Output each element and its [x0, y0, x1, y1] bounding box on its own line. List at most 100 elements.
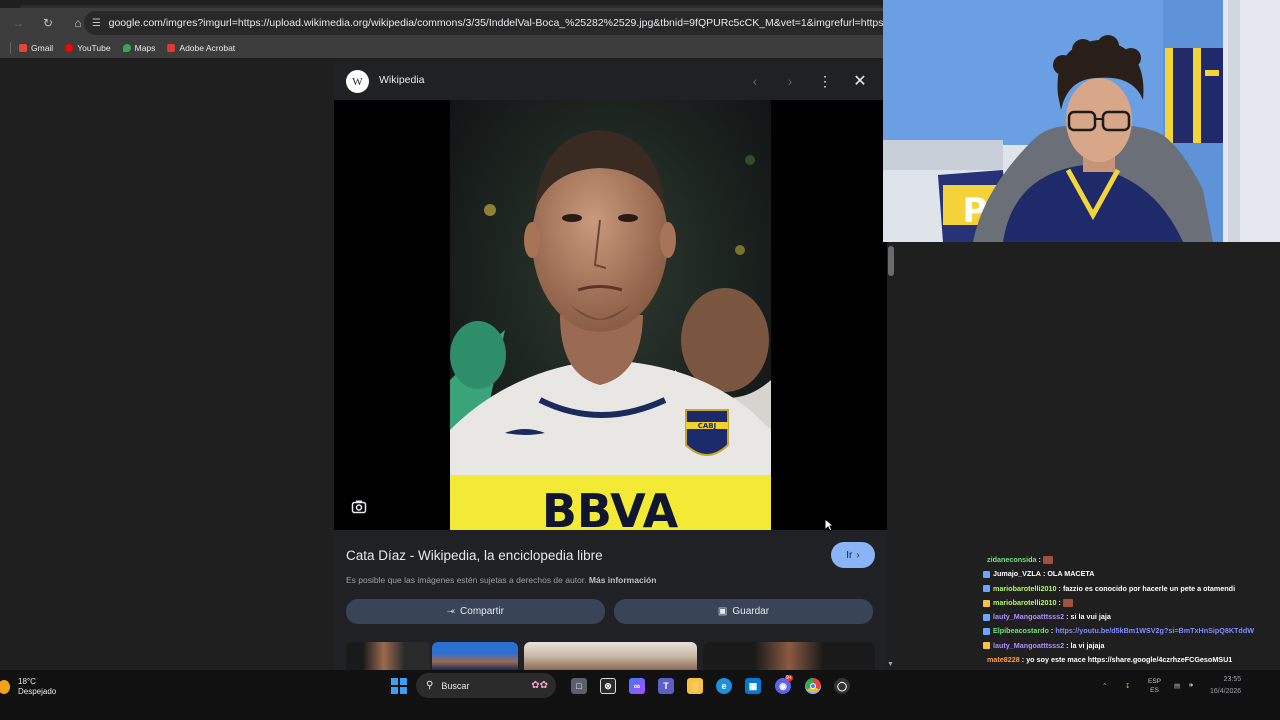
source-name[interactable]: Wikipedia [379, 74, 425, 86]
bookmark-gmail[interactable]: Gmail [19, 43, 53, 53]
related-image-3[interactable] [524, 642, 697, 670]
search-icon: ⚲ [426, 680, 434, 691]
youtube-icon [65, 44, 74, 52]
viewer-header: W Wikipedia ‹ › ⋮ ✕ [334, 62, 887, 100]
acrobat-icon [167, 44, 176, 52]
wikipedia-logo-icon[interactable]: W [346, 70, 369, 93]
related-image-2[interactable] [432, 642, 518, 670]
discord-notification-badge: 9+ [785, 675, 793, 681]
share-button[interactable]: ⤛ Compartir [346, 599, 605, 624]
related-image-1[interactable] [346, 642, 430, 670]
chat-message: mariobarotelli2010: [983, 596, 1280, 610]
chat-separator: : [1066, 612, 1069, 622]
monitor-icon[interactable]: ▤ [1174, 682, 1180, 690]
chat-text: fazzio es conocido por hacerle un pete a… [1062, 583, 1236, 593]
chat-emote-icon [1042, 556, 1053, 565]
more-info-link[interactable]: Más información [589, 575, 657, 585]
chat-separator: : [1050, 626, 1054, 636]
page-scrollbar[interactable]: ▼ [886, 242, 896, 670]
chat-message: mate8228: yo soy este mace https://share.… [983, 653, 1280, 667]
chat-separator: : [1038, 555, 1041, 564]
weather-condition: Despejado [18, 687, 57, 696]
chat-username[interactable]: mariobarotelli2010 [993, 582, 1057, 596]
bookmark-youtube[interactable]: YouTube [65, 43, 111, 53]
chat-message: lauty_Mangoatttsss2: la vi jajaja [983, 639, 1280, 653]
file-explorer-icon[interactable]: ░ [687, 678, 703, 694]
url-text: google.com/imgres?imgurl=https://upload.… [108, 17, 883, 29]
chat-text: la vi jajaja [1070, 640, 1105, 650]
chat-username[interactable]: zidaneconsida [987, 553, 1037, 567]
crest-text: CABJ [698, 422, 717, 430]
clock-date: 16/4/2026 [1210, 688, 1242, 695]
image-preview-area: BBVA CABJ [334, 100, 887, 530]
previous-icon[interactable]: ‹ [745, 71, 765, 91]
shirt-sponsor-text: BBVA [542, 484, 679, 530]
webcam-feed: P [883, 0, 1280, 242]
chat-username[interactable]: Jumajo_VZLA [993, 567, 1041, 581]
chat-message: Jumajo_VZLA: OLA MACETA [983, 567, 1280, 581]
windows-start-icon[interactable] [391, 678, 407, 694]
visit-button[interactable]: Ir › [831, 542, 875, 568]
chat-badge-icon [983, 642, 990, 650]
chevron-right-icon: › [856, 549, 860, 561]
save-button[interactable]: ▣ Guardar [614, 599, 873, 624]
chat-username[interactable]: lauty_Mangoatttsss2 [993, 639, 1064, 653]
sun-icon [0, 680, 10, 694]
related-image-4[interactable] [703, 642, 875, 670]
task-view-icon[interactable]: □ [571, 678, 587, 694]
address-bar[interactable]: ☰ google.com/imgres?imgurl=https://uploa… [84, 11, 883, 35]
chat-message: lauty_Mangoatttsss2: si la vui jaja [983, 610, 1280, 624]
copilot-icon[interactable]: ∞ [629, 678, 645, 694]
chat-text: OLA MACETA [1047, 569, 1095, 579]
chat-separator: : [1042, 569, 1046, 579]
next-icon[interactable]: › [780, 71, 800, 91]
chat-username[interactable]: mariobarotelli2010 [993, 596, 1057, 610]
player-photo-illustration: BBVA CABJ [450, 100, 771, 530]
weather-widget[interactable]: 18°C Despejado [0, 677, 57, 697]
bookmark-adobe-acrobat[interactable]: Adobe Acrobat [167, 43, 235, 53]
edge-icon[interactable]: e [716, 678, 732, 694]
obs-icon[interactable]: ◯ [834, 678, 850, 694]
bookmarks-bar: Gmail YouTube Maps Adobe Acrobat [0, 38, 883, 58]
close-icon[interactable]: ✕ [850, 71, 870, 91]
forward-icon[interactable]: → [6, 11, 30, 35]
chat-separator: : [1066, 640, 1069, 650]
scrollbar-thumb[interactable] [888, 246, 894, 276]
webcam-illustration: P [883, 0, 1280, 242]
language-indicator[interactable]: ESP ES [1148, 677, 1161, 695]
image-viewer-panel: W Wikipedia ‹ › ⋮ ✕ BBVA CABJ Cata Díaz … [334, 62, 887, 670]
chat-username[interactable]: Elpibeacostardo [993, 624, 1049, 638]
weather-temperature: 18°C [18, 677, 36, 686]
chat-username[interactable]: mate8228 [987, 653, 1020, 667]
chat-separator: : [1021, 655, 1025, 665]
copyright-notice: Es posible que las imágenes estén sujeta… [346, 575, 657, 585]
tray-chevron-icon[interactable]: ⌃ [1102, 682, 1107, 690]
chrome-icon[interactable] [805, 678, 821, 694]
taskbar: 18°C Despejado ⚲ Buscar ✿✿ □ ⊗ ∞ T ░ e ▦… [0, 670, 1280, 720]
chat-link[interactable]: https://youtu.be/d5kBm1WSV2g?si=BmTxHnSi… [1055, 624, 1254, 638]
chat-text: yo soy este mace https://share.google/4c… [1026, 655, 1233, 665]
system-clock[interactable]: 23:55 16/4/2026 [1210, 674, 1241, 698]
teams-icon[interactable]: T [658, 678, 674, 694]
clock-time: 23:55 [1223, 676, 1242, 683]
capcut-icon[interactable]: ⊗ [600, 678, 616, 694]
site-info-icon[interactable]: ☰ [90, 16, 103, 30]
result-title[interactable]: Cata Díaz - Wikipedia, la enciclopedia l… [346, 548, 603, 563]
chat-emote-icon [1062, 599, 1073, 608]
scroll-down-icon[interactable]: ▼ [887, 661, 894, 668]
chat-message: mariobarotelli2010: fazzio es conocido po… [983, 582, 1280, 596]
lens-search-icon[interactable] [348, 496, 370, 518]
bookmark-maps[interactable]: Maps [122, 43, 155, 53]
store-icon[interactable]: ▦ [745, 678, 761, 694]
taskbar-search[interactable]: ⚲ Buscar ✿✿ [416, 673, 556, 698]
maps-icon [122, 44, 131, 52]
chat-separator: : [1058, 583, 1061, 593]
browser-toolbar: → ↻ ⌂ ☰ google.com/imgres?imgurl=https:/… [0, 8, 883, 38]
player-photo[interactable]: BBVA CABJ [450, 100, 771, 530]
volume-icon[interactable]: 🕪 [1189, 682, 1193, 690]
chat-username[interactable]: lauty_Mangoatttsss2 [993, 610, 1064, 624]
reload-icon[interactable]: ↻ [36, 11, 60, 35]
more-options-icon[interactable]: ⋮ [815, 71, 835, 91]
mouse-cursor-icon [824, 517, 835, 537]
tray-download-icon[interactable]: ↧ [1125, 682, 1130, 690]
